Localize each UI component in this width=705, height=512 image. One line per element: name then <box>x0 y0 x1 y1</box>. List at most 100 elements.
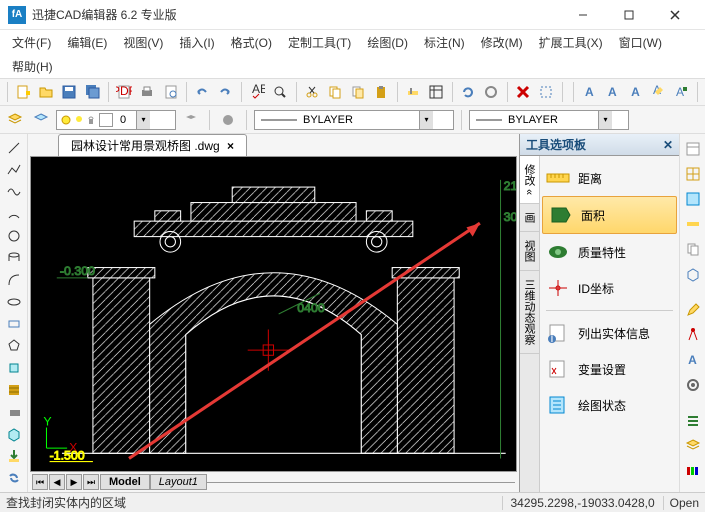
menu-window[interactable]: 窗口(W) <box>613 32 668 53</box>
vtab-observe[interactable]: 三维动态观察 <box>520 271 539 354</box>
menu-file[interactable]: 文件(F) <box>6 32 57 53</box>
color-icon[interactable] <box>217 109 239 131</box>
menu-draw[interactable]: 绘图(D) <box>361 32 414 53</box>
menu-annotate[interactable]: 标注(N) <box>418 32 471 53</box>
layer-dropdown-arrow[interactable]: ▾ <box>136 111 150 129</box>
find-icon[interactable] <box>270 81 291 103</box>
circle-icon[interactable] <box>3 226 25 246</box>
undo-icon[interactable] <box>192 81 213 103</box>
tool-id[interactable]: ID坐标 <box>540 270 679 306</box>
maximize-button[interactable] <box>607 1 651 29</box>
menu-help[interactable]: 帮助(H) <box>6 56 59 77</box>
text-tool-icon[interactable]: A <box>671 81 692 103</box>
linetype-dropdown-arrow[interactable]: ▾ <box>419 111 433 129</box>
menu-format[interactable]: 格式(O) <box>225 32 278 53</box>
text-a3-icon[interactable]: A <box>625 81 646 103</box>
copy2-icon[interactable] <box>682 238 704 260</box>
pdf-icon[interactable]: PDF <box>114 81 135 103</box>
layer-props-icon[interactable] <box>4 109 26 131</box>
new-icon[interactable] <box>13 81 34 103</box>
refresh2-icon[interactable] <box>481 81 502 103</box>
hatch-icon[interactable] <box>3 380 25 400</box>
preview-icon[interactable] <box>160 81 181 103</box>
props-icon[interactable] <box>682 138 704 160</box>
document-tab[interactable]: 园林设计常用景观桥图 .dwg × <box>58 134 247 156</box>
text-a2-icon[interactable]: A <box>602 81 623 103</box>
linetype-combo[interactable]: ▾ <box>254 110 454 130</box>
lineweight-combo[interactable]: ▾ <box>469 110 629 130</box>
tab-nav-last[interactable]: ⏭ <box>83 474 99 490</box>
rect-icon[interactable] <box>3 314 25 334</box>
tab-nav-prev[interactable]: ◀ <box>49 474 65 490</box>
tool-vars[interactable]: 变量设置 <box>540 351 679 387</box>
pencil-icon[interactable] <box>682 299 704 321</box>
gear-icon[interactable] <box>682 374 704 396</box>
compass-icon[interactable] <box>682 324 704 346</box>
pipe-icon[interactable] <box>3 248 25 268</box>
vtab-view[interactable]: 视图 <box>520 232 539 271</box>
paste-icon[interactable] <box>371 81 392 103</box>
tool-status[interactable]: 绘图状态 <box>540 387 679 423</box>
tool-distance[interactable]: 距离 <box>540 160 679 196</box>
tool-entity-info[interactable]: i 列出实体信息 <box>540 315 679 351</box>
viewport-icon[interactable] <box>682 188 704 210</box>
linetype-input[interactable] <box>299 114 419 126</box>
solid-icon[interactable] <box>3 402 25 422</box>
cut-icon[interactable] <box>302 81 323 103</box>
minimize-button[interactable] <box>561 1 605 29</box>
tool-mass[interactable]: 质量特性 <box>540 234 679 270</box>
grid-icon[interactable] <box>682 163 704 185</box>
menu-expand[interactable]: 扩展工具(X) <box>533 32 609 53</box>
copyprops-icon[interactable] <box>403 81 424 103</box>
menu-modify[interactable]: 修改(M) <box>475 32 529 53</box>
block-icon[interactable] <box>3 358 25 378</box>
text-tool2-icon[interactable]: A <box>682 349 704 371</box>
lineweight-dropdown-arrow[interactable]: ▾ <box>598 111 612 129</box>
save-icon[interactable] <box>59 81 80 103</box>
tab-nav-next[interactable]: ▶ <box>66 474 82 490</box>
menu-edit[interactable]: 编辑(E) <box>61 32 113 53</box>
text-a1-icon[interactable]: A <box>579 81 600 103</box>
delete-icon[interactable] <box>513 81 534 103</box>
3d-icon[interactable] <box>3 424 25 444</box>
layer-name-input[interactable] <box>116 114 136 126</box>
layer-combo[interactable]: ▾ <box>56 110 176 130</box>
spline-icon[interactable] <box>3 182 25 202</box>
print-icon[interactable] <box>137 81 158 103</box>
menu-view[interactable]: 视图(V) <box>117 32 169 53</box>
curve-icon[interactable] <box>3 270 25 290</box>
insert-icon[interactable] <box>3 446 25 466</box>
redo-icon[interactable] <box>215 81 236 103</box>
tab-layout1[interactable]: Layout1 <box>150 474 207 490</box>
text-edit-icon[interactable]: A <box>648 81 669 103</box>
polygon-icon[interactable] <box>3 336 25 356</box>
saveall-icon[interactable] <box>82 81 103 103</box>
layer-tool-icon[interactable] <box>180 109 202 131</box>
tool-area[interactable]: 面积 <box>542 196 677 234</box>
lineweight-input[interactable] <box>504 114 598 126</box>
sync-icon[interactable] <box>3 468 25 488</box>
list-icon[interactable] <box>682 410 704 432</box>
copy-icon[interactable] <box>325 81 346 103</box>
layer-state-icon[interactable] <box>30 109 52 131</box>
vtab-modify[interactable]: 修改 « <box>520 156 539 204</box>
tab-model[interactable]: Model <box>100 474 150 490</box>
layers2-icon[interactable] <box>682 435 704 457</box>
line-icon[interactable] <box>3 138 25 158</box>
copyclip-icon[interactable] <box>348 81 369 103</box>
tab-nav-first[interactable]: ⏮ <box>32 474 48 490</box>
refresh-icon[interactable] <box>458 81 479 103</box>
polyline-icon[interactable] <box>3 160 25 180</box>
layers-icon[interactable] <box>426 81 447 103</box>
ellipse-icon[interactable] <box>3 292 25 312</box>
cube-icon[interactable] <box>682 263 704 285</box>
spellcheck-icon[interactable]: ABC <box>247 81 268 103</box>
palette-icon[interactable] <box>682 460 704 482</box>
panel-close-icon[interactable]: ✕ <box>663 138 673 152</box>
arc-icon[interactable] <box>3 204 25 224</box>
menu-custom[interactable]: 定制工具(T) <box>282 32 357 53</box>
select-icon[interactable] <box>536 81 557 103</box>
close-button[interactable] <box>653 1 697 29</box>
menu-insert[interactable]: 插入(I) <box>173 32 220 53</box>
canvas[interactable]: 210 300 -0.300 0400 X <box>30 156 517 472</box>
